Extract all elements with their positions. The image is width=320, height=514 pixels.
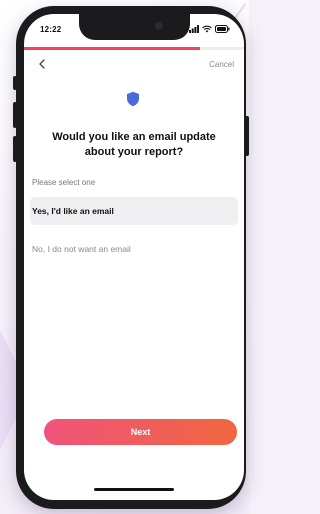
battery-icon [215, 25, 230, 33]
back-button[interactable] [36, 57, 48, 71]
volume-down-button [13, 136, 17, 162]
option-yes-email[interactable]: Yes, I'd like an email [30, 197, 238, 225]
signal-icon [189, 25, 199, 33]
status-time: 12:22 [40, 25, 62, 34]
home-indicator [94, 488, 174, 491]
shield-icon [127, 91, 139, 107]
silent-switch [13, 76, 17, 90]
front-camera [155, 22, 163, 30]
next-button-label: Next [130, 427, 151, 437]
option-label: No, I do not want an email [32, 244, 131, 254]
progress-fill [24, 47, 200, 50]
question-heading: Would you like an email update about you… [52, 131, 216, 158]
progress-bar [24, 47, 244, 50]
notch [79, 14, 190, 40]
next-button[interactable]: Next [44, 419, 237, 445]
volume-up-button [13, 102, 17, 128]
wifi-icon [202, 25, 212, 33]
power-button [245, 116, 249, 156]
helper-text: Please select one [32, 178, 96, 187]
option-label: Yes, I'd like an email [32, 206, 114, 216]
option-no-email[interactable]: No, I do not want an email [30, 235, 238, 263]
chevron-left-icon [39, 59, 45, 69]
cancel-button[interactable]: Cancel [209, 60, 234, 69]
phone-screen: 12:22 Cancel Would you like an email upd [24, 14, 244, 500]
status-icons [189, 24, 230, 34]
